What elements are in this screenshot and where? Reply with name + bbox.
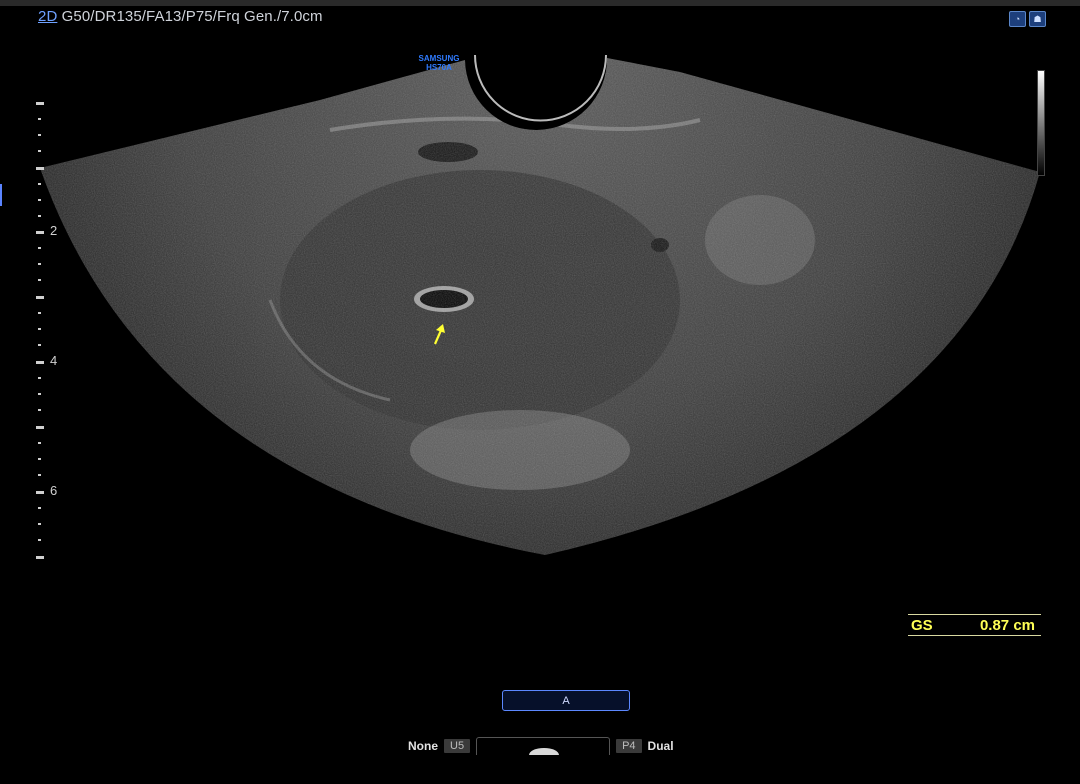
depth-tick <box>36 556 44 559</box>
depth-tick <box>36 426 44 429</box>
depth-tick <box>38 118 41 120</box>
depth-tick <box>38 458 41 460</box>
depth-tick <box>38 279 41 281</box>
measurement-label: GS <box>911 616 933 634</box>
depth-tick <box>38 474 41 476</box>
depth-tick <box>36 167 44 170</box>
u5-chip[interactable]: U5 <box>444 739 471 753</box>
measurement-value: 0.87 cm <box>979 616 1035 634</box>
depth-tick <box>38 150 41 152</box>
brand-logo: SAMSUNG HS70A <box>418 54 460 72</box>
grayscale-bar <box>1037 70 1045 176</box>
depth-tick <box>38 183 41 185</box>
depth-label-2: 2 <box>50 223 58 238</box>
focus-marker[interactable] <box>0 184 2 206</box>
depth-tick <box>36 296 44 299</box>
depth-tick <box>36 361 44 364</box>
depth-tick <box>38 247 41 249</box>
depth-tick <box>38 507 41 509</box>
depth-scale: 2 4 6 <box>36 100 66 560</box>
none-label[interactable]: None <box>408 739 438 753</box>
depth-tick <box>38 442 41 444</box>
measurement-readout: GS 0.87 cm <box>908 614 1041 636</box>
dual-label[interactable]: Dual <box>648 739 674 753</box>
depth-tick <box>36 491 44 494</box>
depth-label-4: 4 <box>50 353 58 368</box>
depth-tick <box>38 134 41 136</box>
ultrasound-screen: 2D G50/DR135/FA13/P75/Frq Gen./7.0cm ◔ ☗ <box>0 0 1080 784</box>
depth-tick <box>38 263 41 265</box>
depth-tick <box>36 102 44 105</box>
depth-tick <box>36 231 44 234</box>
depth-tick <box>38 523 41 525</box>
ultrasound-sector <box>40 54 1040 555</box>
bottom-control-bar: None U5 P4 Dual <box>408 736 674 756</box>
depth-tick <box>38 539 41 541</box>
depth-tick <box>38 377 41 379</box>
depth-tick <box>38 344 41 346</box>
depth-tick <box>38 328 41 330</box>
p4-chip[interactable]: P4 <box>616 739 642 753</box>
depth-tick <box>38 409 41 411</box>
depth-tick <box>38 199 41 201</box>
depth-tick <box>38 312 41 314</box>
probe-thumbnail[interactable] <box>476 737 611 755</box>
a-button[interactable]: A <box>502 690 630 711</box>
depth-label-6: 6 <box>50 483 58 498</box>
depth-tick <box>38 393 41 395</box>
depth-tick <box>38 215 41 217</box>
